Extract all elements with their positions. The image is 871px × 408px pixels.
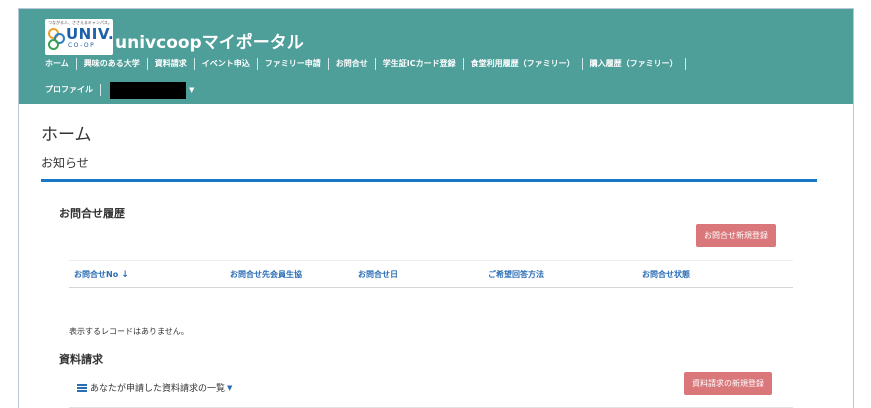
user-name-redacted[interactable] <box>110 81 186 99</box>
col-inquiry-status[interactable]: お問合せ状態 <box>642 269 690 280</box>
new-material-request-button[interactable]: 資料請求の新規登録 <box>684 372 772 395</box>
col-inquiry-no[interactable]: お問合せNo ↓ <box>74 269 129 280</box>
univcoop-logo[interactable]: つながる人、ささえるキャンパス。 UNIV. CO-OP <box>45 19 115 55</box>
material-request-list-toggle[interactable]: あなたが申請した資料請求の一覧 ▼ <box>77 381 232 394</box>
user-menu-caret-icon[interactable]: ▼ <box>189 86 194 94</box>
nav-interested-universities[interactable]: 興味のある大学 <box>77 58 148 70</box>
header-bar: つながる人、ささえるキャンパス。 UNIV. CO-OP univcoopマイポ… <box>19 9 853 104</box>
col-member-coop[interactable]: お問合せ先会員生協 <box>230 269 302 280</box>
nav-cafeteria-history[interactable]: 食堂利用履歴（ファミリー） <box>464 58 583 70</box>
nav-profile[interactable]: プロファイル <box>45 84 101 96</box>
new-inquiry-button[interactable]: お問合せ新規登録 <box>696 224 776 247</box>
sort-down-icon[interactable]: ↓ <box>121 270 129 280</box>
coop-circles-icon <box>48 28 66 52</box>
material-request-title: 資料請求 <box>59 353 103 366</box>
notices-heading: お知らせ <box>41 156 89 170</box>
nav-purchase-history[interactable]: 購入履歴（ファミリー） <box>583 58 686 70</box>
inquiry-history-title: お問合せ履歴 <box>59 207 125 220</box>
section-divider <box>41 179 817 182</box>
nav-student-ic-card[interactable]: 学生証ICカード登録 <box>376 58 464 70</box>
nav-event-application[interactable]: イベント申込 <box>195 58 258 70</box>
nav-material-request[interactable]: 資料請求 <box>148 58 195 70</box>
secondary-nav: プロファイル ▼ <box>45 81 194 99</box>
main-nav: ホーム 興味のある大学 資料請求 イベント申込 ファミリー申請 お問合せ 学生証… <box>45 56 845 72</box>
list-toggle-label: あなたが申請した資料請求の一覧 <box>90 384 226 394</box>
logo-sub: CO-OP <box>68 42 96 49</box>
empty-records-message: 表示するレコードはありません。 <box>69 327 189 336</box>
nav-family-application[interactable]: ファミリー申請 <box>258 58 329 70</box>
browser-frame: つながる人、ささえるキャンパス。 UNIV. CO-OP univcoopマイポ… <box>18 8 854 408</box>
inquiry-table-header: お問合せNo ↓ お問合せ先会員生協 お問合せ日 ご希望回答方法 お問合せ状態 <box>69 260 793 288</box>
page-title: ホーム <box>41 125 92 145</box>
col-inquiry-date[interactable]: お問合せ日 <box>358 269 398 280</box>
logo-brand: UNIV. <box>66 25 115 43</box>
site-title: univcoopマイポータル <box>115 33 304 53</box>
col-reply-method[interactable]: ご希望回答方法 <box>488 269 544 280</box>
nav-home[interactable]: ホーム <box>45 58 77 70</box>
list-icon <box>77 383 87 392</box>
nav-inquiry[interactable]: お問合せ <box>329 58 376 70</box>
chevron-down-icon: ▼ <box>227 383 233 392</box>
